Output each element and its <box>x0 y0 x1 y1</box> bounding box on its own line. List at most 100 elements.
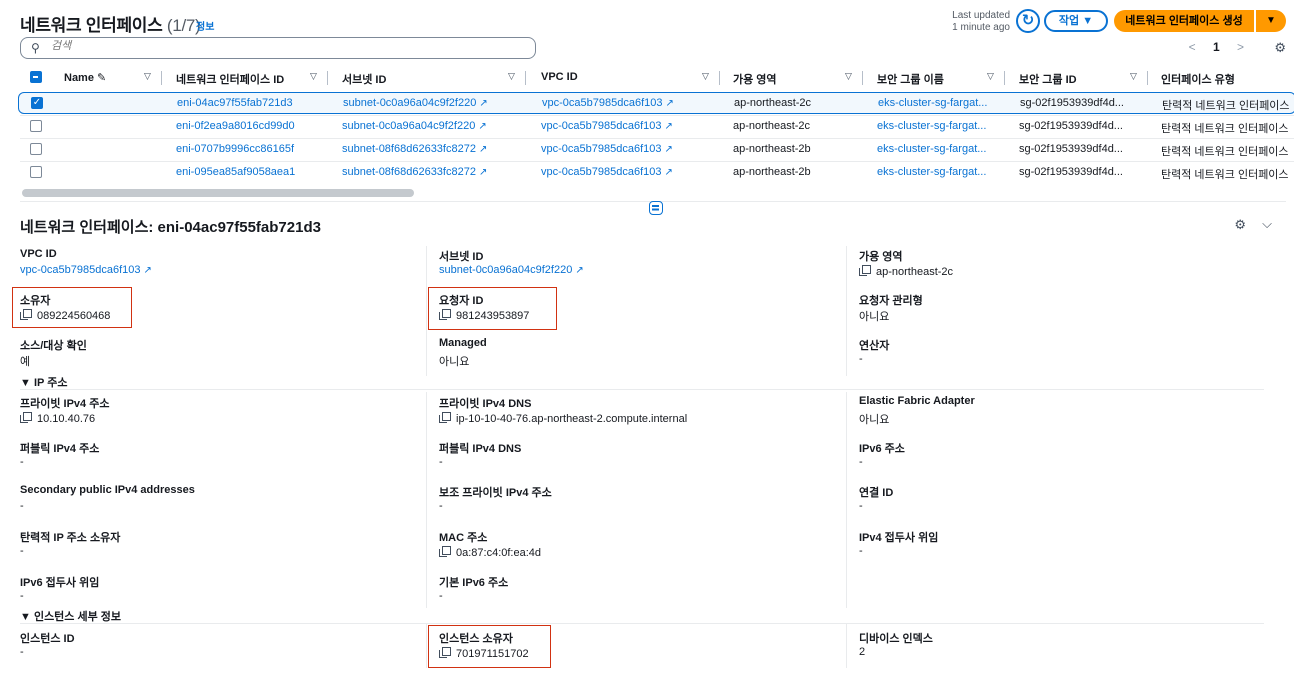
eni-id-link[interactable]: eni-0707b9996cc86165f <box>176 143 294 155</box>
sg-name-link[interactable]: eks-cluster-sg-fargat... <box>877 120 986 132</box>
sort-caret-icon[interactable]: ▽ <box>144 71 151 82</box>
eni-id-link[interactable]: eni-095ea85af9058aea1 <box>176 166 295 178</box>
association-id-label: 연결 ID <box>859 487 894 499</box>
type-cell: 탄력적 네트워크 인터페이스 <box>1161 169 1289 181</box>
eni-id-link[interactable]: eni-04ac97f55fab721d3 <box>177 97 293 109</box>
sort-caret-icon[interactable]: ▽ <box>845 71 852 82</box>
secondary-private-ipv4-value: - <box>439 500 443 512</box>
info-link[interactable]: 정보 <box>196 18 214 33</box>
mac-address-value: 0a:87:c4:0f:ea:4d <box>439 545 541 559</box>
column-divider <box>426 246 427 376</box>
eip-owner-value: - <box>20 545 24 557</box>
row-checkbox[interactable]: ✓ <box>31 97 43 109</box>
requester-managed-label: 요청자 관리형 <box>859 295 923 307</box>
select-all-checkbox[interactable] <box>30 71 42 83</box>
vpc-id-link[interactable]: vpc-0ca5b7985dca6f103 ↗ <box>542 97 674 109</box>
sg-id-cell: sg-02f1953939df4d... <box>1019 166 1123 178</box>
ip-address-section-toggle[interactable]: ▼ IP 주소 <box>20 374 67 390</box>
col-eni-id[interactable]: 네트워크 인터페이스 ID <box>176 71 284 87</box>
table-row[interactable]: ✓ eni-04ac97f55fab721d3 subnet-0c0a96a04… <box>18 92 1294 114</box>
az-value: ap-northeast-2c <box>859 264 953 278</box>
owner-highlight-box <box>12 287 132 328</box>
row-checkbox[interactable] <box>30 120 42 132</box>
create-network-interface-button[interactable]: 네트워크 인터페이스 생성 <box>1114 10 1254 32</box>
external-link-icon: ↗ <box>665 98 674 109</box>
column-divider[interactable] <box>1004 71 1005 85</box>
column-divider[interactable] <box>161 71 162 85</box>
external-link-icon: ↗ <box>575 265 584 276</box>
vpc-id-link[interactable]: vpc-0ca5b7985dca6f103 ↗ <box>541 143 673 155</box>
sg-name-link[interactable]: eks-cluster-sg-fargat... <box>877 143 986 155</box>
sort-caret-icon[interactable]: ▽ <box>987 71 994 82</box>
sort-caret-icon[interactable]: ▽ <box>702 71 709 82</box>
eip-owner-label: 탄력적 IP 주소 소유자 <box>20 532 121 544</box>
type-cell: 탄력적 네트워크 인터페이스 <box>1162 100 1290 112</box>
subnet-id-link[interactable]: subnet-08f68d62633fc8272 ↗ <box>342 143 487 155</box>
copy-icon[interactable] <box>859 265 871 276</box>
row-checkbox[interactable] <box>30 166 42 178</box>
copy-icon[interactable] <box>439 412 451 423</box>
vpc-id-link[interactable]: vpc-0ca5b7985dca6f103 ↗ <box>20 264 152 276</box>
col-vpc-id[interactable]: VPC ID <box>541 71 578 83</box>
refresh-icon[interactable]: ↻ <box>1016 9 1040 33</box>
sg-id-cell: sg-02f1953939df4d... <box>1019 143 1123 155</box>
copy-icon[interactable] <box>20 412 32 423</box>
external-link-icon: ↗ <box>479 98 488 109</box>
type-cell: 탄력적 네트워크 인터페이스 <box>1161 146 1289 158</box>
column-divider[interactable] <box>327 71 328 85</box>
subnet-id-link[interactable]: subnet-0c0a96a04c9f2f220 ↗ <box>343 97 488 109</box>
detail-settings-gear-icon[interactable]: ⚙ <box>1234 217 1246 233</box>
table-row[interactable]: eni-095ea85af9058aea1 subnet-08f68d62633… <box>20 161 1294 183</box>
next-page-button[interactable]: > <box>1237 40 1244 54</box>
horizontal-scrollbar[interactable] <box>22 189 414 197</box>
col-az[interactable]: 가용 영역 <box>733 71 777 87</box>
col-subnet-id[interactable]: 서브넷 ID <box>342 71 386 87</box>
sort-caret-icon[interactable]: ▽ <box>1130 71 1137 82</box>
copy-icon[interactable] <box>439 546 451 557</box>
association-id-value: - <box>859 500 863 512</box>
column-divider[interactable] <box>862 71 863 85</box>
column-divider[interactable] <box>1147 71 1148 85</box>
sg-name-link[interactable]: eks-cluster-sg-fargat... <box>878 97 987 109</box>
public-ipv4-dns-label: 퍼블릭 IPv4 DNS <box>439 443 522 455</box>
subnet-id-link[interactable]: subnet-0c0a96a04c9f2f220 ↗ <box>342 120 487 132</box>
col-sg-id[interactable]: 보안 그룹 ID <box>1019 71 1077 87</box>
subnet-id-link[interactable]: subnet-08f68d62633fc8272 ↗ <box>342 166 487 178</box>
search-bar[interactable]: ⚲ <box>20 37 536 59</box>
col-interface-type[interactable]: 인터페이스 유형 <box>1161 71 1235 87</box>
actions-button[interactable]: 작업 ▼ <box>1044 10 1108 32</box>
column-divider <box>426 392 427 608</box>
last-updated-time: 1 minute ago <box>952 22 1010 33</box>
sort-caret-icon[interactable]: ▽ <box>310 71 317 82</box>
sort-caret-icon[interactable]: ▽ <box>508 71 515 82</box>
private-ipv4-value: 10.10.40.76 <box>20 411 95 425</box>
sg-id-cell: sg-02f1953939df4d... <box>1019 120 1123 132</box>
page-number[interactable]: 1 <box>1213 40 1220 54</box>
section-divider <box>20 623 1264 624</box>
table-row[interactable]: eni-0707b9996cc86165f subnet-08f68d62633… <box>20 138 1294 160</box>
row-checkbox[interactable] <box>30 143 42 155</box>
ipv6-prefix-label: IPv6 접두사 위임 <box>20 577 100 589</box>
collapse-chevron-icon[interactable]: ⌵ <box>1262 216 1272 232</box>
col-name[interactable]: Name ✎ <box>64 71 106 84</box>
sg-name-link[interactable]: eks-cluster-sg-fargat... <box>877 166 986 178</box>
table-settings-gear-icon[interactable]: ⚙ <box>1274 40 1286 56</box>
split-panel-handle-icon[interactable] <box>649 201 663 215</box>
vpc-id-link[interactable]: vpc-0ca5b7985dca6f103 ↗ <box>541 166 673 178</box>
device-index-label: 디바이스 인덱스 <box>859 633 933 645</box>
col-sg-name[interactable]: 보안 그룹 이름 <box>877 71 944 87</box>
table-row[interactable]: eni-0f2ea9a8016cd99d0 subnet-0c0a96a04c9… <box>20 115 1294 137</box>
secondary-public-ipv4-value: - <box>20 500 24 512</box>
column-divider[interactable] <box>525 71 526 85</box>
external-link-icon: ↗ <box>478 167 488 178</box>
column-divider[interactable] <box>719 71 720 85</box>
subnet-id-link[interactable]: subnet-0c0a96a04c9f2f220 ↗ <box>439 264 584 276</box>
vpc-id-link[interactable]: vpc-0ca5b7985dca6f103 ↗ <box>541 120 673 132</box>
eni-id-link[interactable]: eni-0f2ea9a8016cd99d0 <box>176 120 295 132</box>
source-dest-check-label: 소스/대상 확인 <box>20 340 87 352</box>
prev-page-button[interactable]: < <box>1189 40 1196 54</box>
instance-details-section-toggle[interactable]: ▼ 인스턴스 세부 정보 <box>20 608 121 624</box>
search-input[interactable] <box>51 40 511 52</box>
create-dropdown-button[interactable]: ▼ <box>1256 10 1286 32</box>
column-divider <box>426 624 427 668</box>
